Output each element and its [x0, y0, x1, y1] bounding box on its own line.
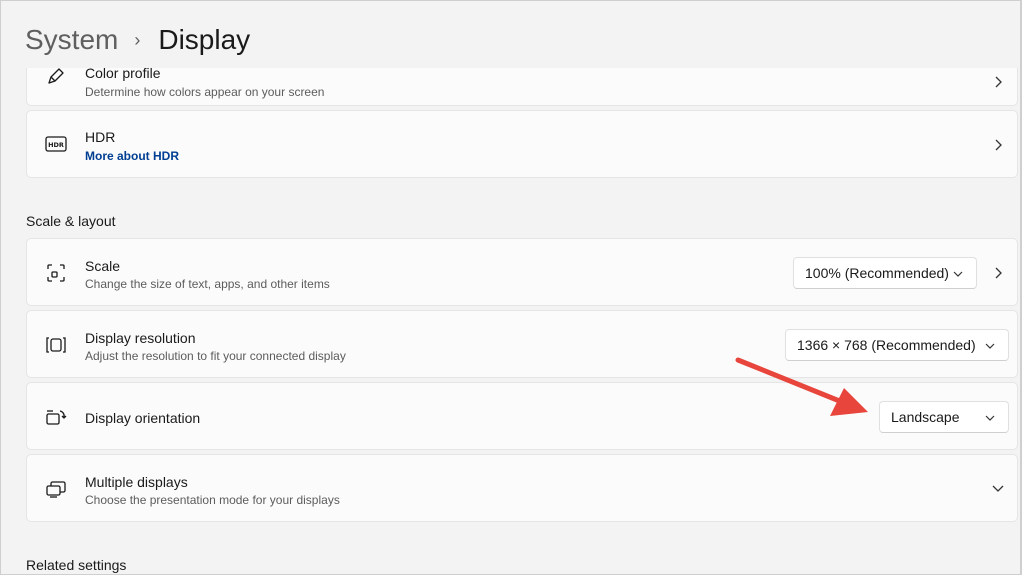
svg-text:HDR: HDR — [48, 141, 64, 149]
breadcrumb: System › Display — [25, 20, 250, 60]
color-profile-card[interactable]: Color profile Determine how colors appea… — [26, 68, 1018, 106]
scale-description: Change the size of text, apps, and other… — [85, 277, 330, 291]
breadcrumb-system[interactable]: System — [25, 24, 118, 56]
display-orientation-title: Display orientation — [85, 410, 201, 426]
more-about-hdr-link[interactable]: More about HDR — [85, 149, 179, 163]
display-resolution-description: Adjust the resolution to fit your connec… — [85, 349, 346, 363]
hdr-title: HDR — [85, 129, 116, 145]
breadcrumb-separator: › — [134, 29, 141, 50]
chevron-down-icon — [984, 340, 996, 352]
section-heading-scale-layout: Scale & layout — [26, 213, 116, 229]
pen-icon — [45, 68, 67, 87]
display-resolution-dropdown[interactable]: 1366 × 768 (Recommended) — [785, 329, 1009, 361]
scale-title: Scale — [85, 258, 121, 274]
scale-dropdown-value: 100% (Recommended) — [805, 265, 949, 281]
chevron-down-icon — [952, 268, 964, 280]
scale-card[interactable]: Scale Change the size of text, apps, and… — [26, 238, 1018, 306]
section-heading-related-settings: Related settings — [26, 557, 127, 573]
page-title: Display — [158, 24, 251, 55]
hdr-icon: HDR — [45, 133, 67, 155]
multiple-displays-icon — [45, 478, 67, 500]
color-profile-description: Determine how colors appear on your scre… — [85, 85, 325, 99]
display-orientation-value: Landscape — [891, 409, 960, 425]
chevron-right-icon[interactable] — [991, 266, 1005, 280]
display-resolution-title: Display resolution — [85, 330, 196, 346]
multiple-displays-description: Choose the presentation mode for your di… — [85, 493, 340, 507]
display-orientation-dropdown[interactable]: Landscape — [879, 401, 1009, 433]
chevron-right-icon — [991, 138, 1005, 152]
resolution-icon — [45, 334, 67, 356]
chevron-right-icon — [991, 75, 1005, 89]
chevron-down-icon — [984, 412, 996, 424]
settings-list[interactable]: Color profile Determine how colors appea… — [0, 68, 1022, 575]
multiple-displays-title: Multiple displays — [85, 474, 188, 490]
scale-dropdown[interactable]: 100% (Recommended) — [793, 257, 977, 289]
scale-icon — [45, 262, 67, 284]
multiple-displays-card[interactable]: Multiple displays Choose the presentatio… — [26, 454, 1018, 522]
chevron-down-icon[interactable] — [991, 482, 1005, 496]
color-profile-title: Color profile — [85, 68, 161, 81]
orientation-icon — [45, 406, 67, 428]
display-orientation-card[interactable]: Display orientation Landscape — [26, 382, 1018, 450]
display-resolution-card[interactable]: Display resolution Adjust the resolution… — [26, 310, 1018, 378]
hdr-card[interactable]: HDR HDR More about HDR — [26, 110, 1018, 178]
display-resolution-value: 1366 × 768 (Recommended) — [797, 337, 976, 353]
